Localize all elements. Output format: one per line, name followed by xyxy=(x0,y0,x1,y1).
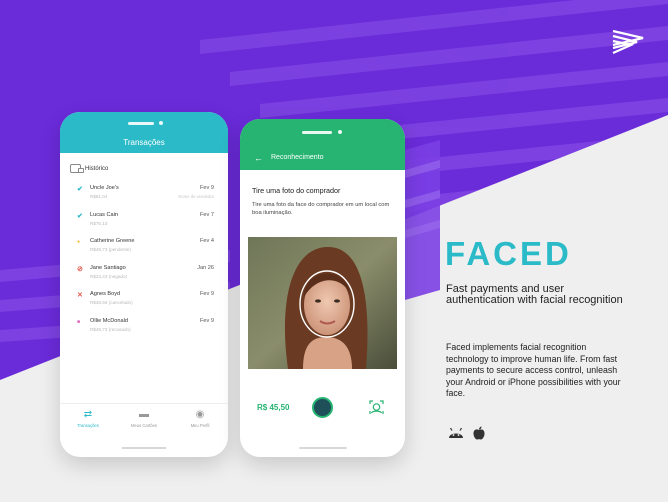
wallet-icon xyxy=(70,164,84,173)
presentation-card: Transações Histórico ✔ Uncle Joe's R$81,04… xyxy=(0,0,668,502)
back-arrow-icon[interactable]: ← xyxy=(254,153,263,163)
stacked-chevrons-logo-icon xyxy=(612,29,644,55)
transaction-name: Catherine Greene xyxy=(90,238,135,244)
recognition-title: Reconhecimento xyxy=(271,154,324,161)
card-icon: ▬ xyxy=(139,409,149,420)
transaction-date: Fev 9 xyxy=(200,317,214,324)
tab-label: Transações xyxy=(77,423,99,428)
transaction-row[interactable]: ● Catherine Greene R$48,73 (pendente) Fev 4 xyxy=(60,237,228,264)
android-icon xyxy=(449,427,463,438)
transaction-date: Fev 9 xyxy=(200,185,214,191)
price-amount: R$ 45,50 xyxy=(257,403,290,412)
transaction-row[interactable]: ✕ Agnes Boyd R$48,56 (cancelado) Fev 9 xyxy=(60,290,228,317)
product-tagline: Fast payments and user authentication wi… xyxy=(446,283,623,306)
platform-icons xyxy=(447,426,485,440)
recognition-phone: ← Reconhecimento Tire uma foto do compra… xyxy=(240,119,405,457)
tab-profile[interactable]: ◉ Meu Perfil xyxy=(172,404,228,433)
capture-description: Tire uma foto da face do comprador em um… xyxy=(252,202,390,216)
transaction-list: ✔ Uncle Joe's R$81,04 Fev 9 Nome do vendedor… xyxy=(60,184,228,343)
apple-icon xyxy=(473,426,485,440)
capture-heading: Tire uma foto do comprador xyxy=(252,186,341,195)
phone-speaker xyxy=(302,131,332,134)
transaction-name: Jane Santiago xyxy=(90,264,126,271)
cross-icon: ✕ xyxy=(77,292,83,299)
product-name: FACED xyxy=(445,235,572,272)
dot-icon: ● xyxy=(77,239,81,245)
history-label-row[interactable]: Histórico xyxy=(70,164,108,173)
buyer-face-photo xyxy=(248,237,397,369)
tab-label: Meus Cartões xyxy=(130,423,158,428)
phone-speaker xyxy=(128,122,154,125)
phone-camera xyxy=(159,121,163,125)
home-indicator xyxy=(121,447,167,449)
transaction-amount: R$75,10 xyxy=(90,220,108,226)
transactions-title: Transações xyxy=(123,138,165,147)
shutter-button-icon[interactable] xyxy=(312,397,333,418)
tab-label: Meu Perfil xyxy=(190,423,210,428)
product-description: Faced implements facial recognition tech… xyxy=(446,342,621,399)
transaction-row[interactable]: ✔ Lucas Cain R$75,10 Fev 7 xyxy=(60,211,228,238)
transaction-amount: R$48,56 (cancelado) xyxy=(90,300,133,305)
tab-transfer-arrows[interactable]: ⇄ Transações xyxy=(60,404,116,433)
blocked-icon: ⊘ xyxy=(77,265,83,273)
transfer-arrows-icon: ⇄ xyxy=(83,409,93,420)
transaction-note: Nome do vendedor xyxy=(178,194,214,199)
square-icon: ■ xyxy=(77,318,81,325)
bottom-tab-bar: ⇄ Transações ▬ Meus Cartões ◉ Meu Perfil xyxy=(60,403,228,433)
transaction-name: Agnes Boyd xyxy=(90,291,121,297)
phone-camera xyxy=(338,130,342,134)
recognition-header: ← Reconhecimento xyxy=(240,119,405,170)
transaction-date: Fev 4 xyxy=(200,238,214,244)
transaction-name: Ollie McDonald xyxy=(90,317,128,324)
transaction-name: Uncle Joe's xyxy=(90,185,119,191)
transaction-amount: R$48,73 (pendente) xyxy=(90,247,131,252)
transaction-amount: R$48,73 (recusado) xyxy=(90,326,131,332)
transaction-date: Fev 9 xyxy=(200,291,214,297)
tab-card[interactable]: ▬ Meus Cartões xyxy=(116,404,172,433)
profile-icon: ◉ xyxy=(195,409,205,420)
check-icon: ✔ xyxy=(77,186,83,193)
face-scan-icon[interactable] xyxy=(369,400,384,415)
transaction-amount: R$23,43 (negado) xyxy=(90,273,128,279)
transaction-amount: R$81,04 xyxy=(90,194,108,199)
transaction-row[interactable]: ■ Ollie McDonald R$48,73 (recusado) Fev 9 xyxy=(60,317,228,344)
history-label: Histórico xyxy=(85,165,109,172)
transactions-header: Transações xyxy=(60,112,228,153)
transaction-name: Lucas Cain xyxy=(90,211,118,218)
transaction-row[interactable]: ✔ Uncle Joe's R$81,04 Fev 9 Nome do vendedor xyxy=(60,184,228,211)
transactions-phone: Transações Histórico ✔ Uncle Joe's R$81,04… xyxy=(60,112,228,457)
transaction-date: Jan 26 xyxy=(197,264,214,271)
transaction-row[interactable]: ⊘ Jane Santiago R$23,43 (negado) Jan 26 xyxy=(60,264,228,291)
check-icon: ✔ xyxy=(77,212,83,220)
transaction-date: Fev 7 xyxy=(200,211,214,218)
home-indicator xyxy=(298,447,347,449)
